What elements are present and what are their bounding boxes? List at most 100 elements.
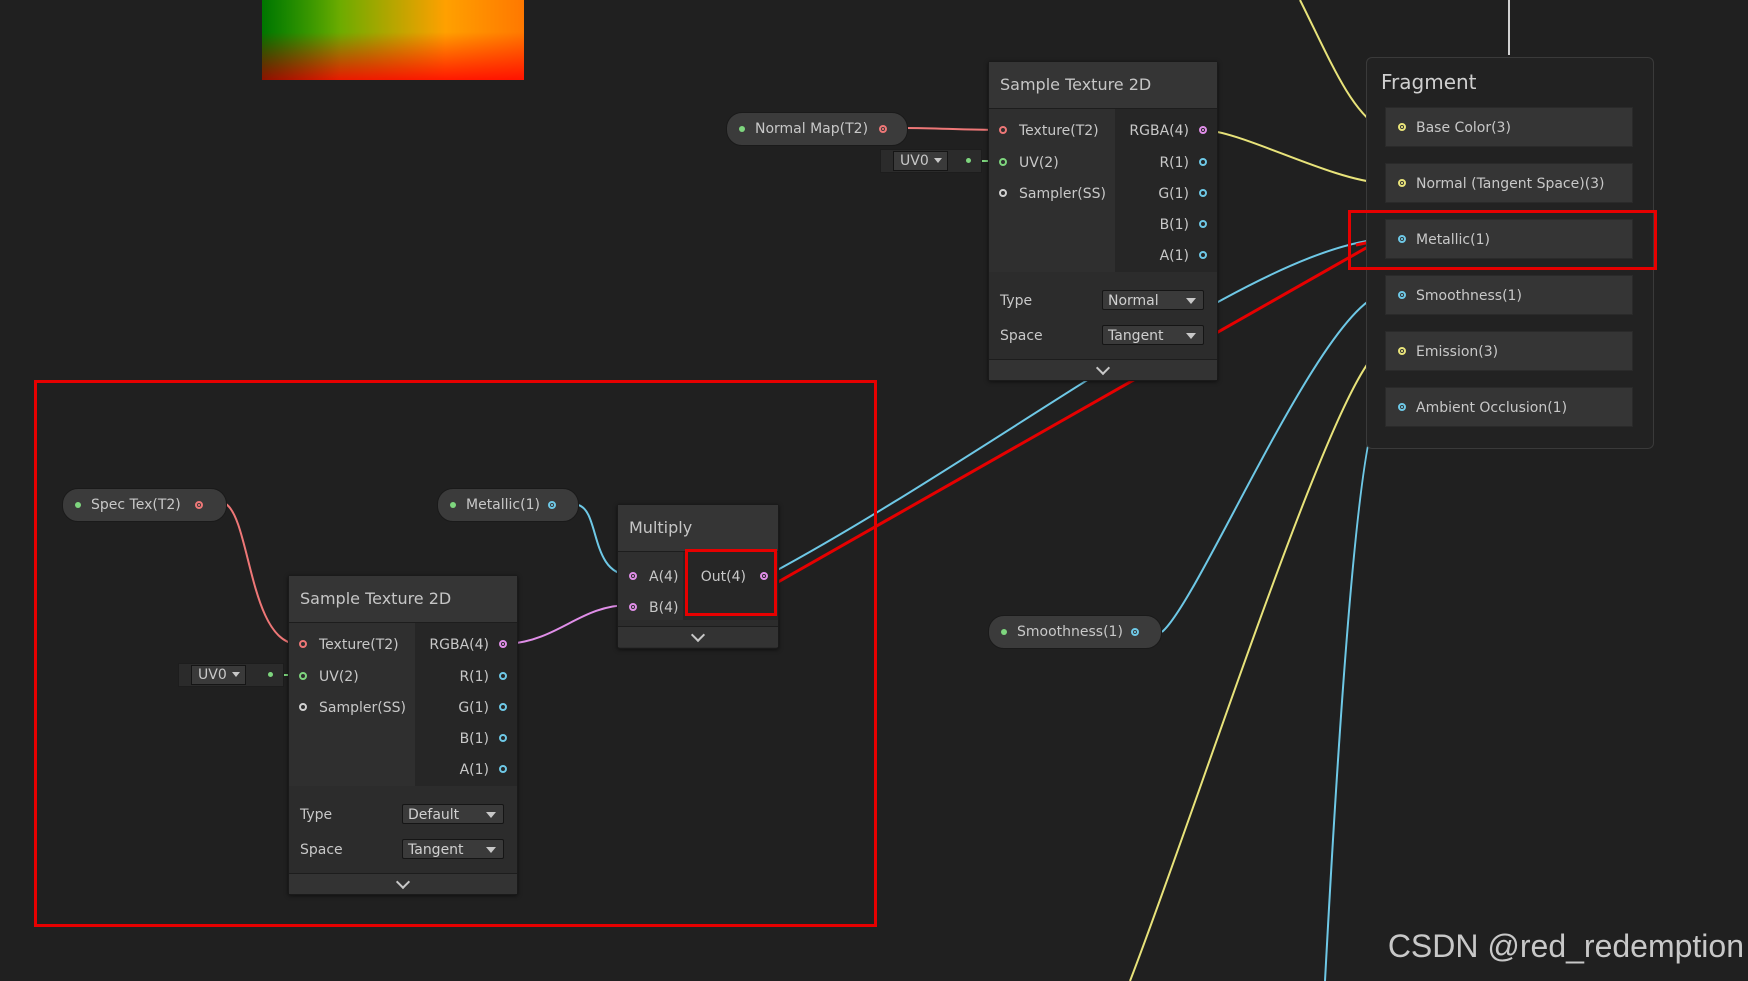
node-title: Sample Texture 2D: [989, 62, 1217, 109]
space-dropdown[interactable]: Tangent: [402, 839, 504, 859]
type-label: Type: [300, 807, 333, 823]
spec-tex-property[interactable]: Spec Tex(T2): [62, 488, 227, 522]
vector3-port-icon[interactable]: [1398, 123, 1406, 131]
uv-dropdown[interactable]: UV0: [191, 665, 246, 685]
block-ambient-occlusion[interactable]: Ambient Occlusion(1): [1385, 387, 1633, 427]
texture-input-port[interactable]: [299, 640, 307, 648]
input-sampler-label: Sampler(SS): [319, 700, 406, 716]
node-collapse-footer[interactable]: [618, 626, 778, 647]
node-title: Multiply: [618, 505, 778, 552]
output-b-label: B(1): [459, 731, 489, 747]
a-input-port[interactable]: [629, 572, 637, 580]
input-texture-label: Texture(T2): [319, 637, 399, 653]
dropdown-arrow-icon: [486, 812, 496, 818]
output-b-label: B(1): [1159, 217, 1189, 233]
rgba-output-port[interactable]: [1199, 126, 1207, 134]
texture-port-icon[interactable]: [879, 125, 887, 133]
smoothness-property[interactable]: Smoothness(1): [988, 615, 1162, 649]
vector3-port-icon[interactable]: [1398, 347, 1406, 355]
wire-spec-tex: [225, 503, 297, 645]
color-preview-gradient: [262, 0, 524, 80]
block-smoothness[interactable]: Smoothness(1): [1385, 275, 1633, 315]
g-output-port[interactable]: [1199, 189, 1207, 197]
output-g-label: G(1): [458, 700, 489, 716]
type-label: Type: [1000, 293, 1033, 309]
input-b-label: B(4): [649, 600, 679, 616]
input-uv-label: UV(2): [319, 669, 359, 685]
vector3-port-icon[interactable]: [1398, 179, 1406, 187]
node-collapse-footer[interactable]: [989, 359, 1217, 380]
input-texture-label: Texture(T2): [1019, 123, 1099, 139]
vector1-port-icon[interactable]: [1131, 628, 1139, 636]
property-dot-icon: [739, 126, 745, 132]
node-title: Sample Texture 2D: [289, 576, 517, 623]
output-a-label: A(1): [1159, 248, 1189, 264]
type-dropdown[interactable]: Normal: [1102, 290, 1204, 310]
space-label: Space: [300, 842, 343, 858]
chevron-down-icon: [395, 874, 411, 890]
vector1-port-icon[interactable]: [1398, 291, 1406, 299]
fragment-title: Fragment: [1381, 70, 1477, 94]
out-output-port[interactable]: [760, 572, 768, 580]
input-a-label: A(4): [649, 569, 679, 585]
uv-selector-top[interactable]: UV0: [880, 149, 982, 173]
block-metallic[interactable]: Metallic(1): [1385, 219, 1633, 259]
texture-port-icon[interactable]: [195, 501, 203, 509]
output-r-label: R(1): [1159, 155, 1189, 171]
uv-input-port[interactable]: [299, 672, 307, 680]
output-g-label: G(1): [1158, 186, 1189, 202]
node-collapse-footer[interactable]: [289, 873, 517, 894]
sampler-input-port[interactable]: [299, 703, 307, 711]
type-dropdown[interactable]: Default: [402, 804, 504, 824]
vector1-port-icon[interactable]: [548, 501, 556, 509]
uv-dot-icon: [966, 158, 971, 163]
dropdown-arrow-icon: [1186, 333, 1196, 339]
b-output-port[interactable]: [499, 734, 507, 742]
type-value: Default: [408, 807, 460, 823]
sampler-input-port[interactable]: [999, 189, 1007, 197]
b-input-port[interactable]: [629, 603, 637, 611]
block-base-color[interactable]: Base Color(3): [1385, 107, 1633, 147]
input-sampler-label: Sampler(SS): [1019, 186, 1106, 202]
r-output-port[interactable]: [1199, 158, 1207, 166]
normal-map-property[interactable]: Normal Map(T2): [726, 112, 908, 146]
a-output-port[interactable]: [499, 765, 507, 773]
property-dot-icon: [75, 502, 81, 508]
block-emission[interactable]: Emission(3): [1385, 331, 1633, 371]
input-uv-label: UV(2): [1019, 155, 1059, 171]
wire-rgba-multiply: [507, 604, 631, 645]
a-output-port[interactable]: [1199, 251, 1207, 259]
output-out-label: Out(4): [700, 569, 746, 585]
uv-input-port[interactable]: [999, 158, 1007, 166]
metallic-property[interactable]: Metallic(1): [437, 488, 579, 522]
texture-input-port[interactable]: [999, 126, 1007, 134]
sample-texture-2d-node-bottom[interactable]: Sample Texture 2D Texture(T2) UV(2) Samp…: [288, 575, 518, 895]
r-output-port[interactable]: [499, 672, 507, 680]
g-output-port[interactable]: [499, 703, 507, 711]
b-output-port[interactable]: [1199, 220, 1207, 228]
property-dot-icon: [1001, 629, 1007, 635]
dropdown-arrow-icon: [486, 847, 496, 853]
space-value: Tangent: [1108, 328, 1164, 344]
rgba-output-port[interactable]: [499, 640, 507, 648]
vector1-port-icon[interactable]: [1398, 403, 1406, 411]
property-dot-icon: [450, 502, 456, 508]
fragment-context[interactable]: Fragment Base Color(3) Normal (Tangent S…: [1366, 57, 1654, 449]
dropdown-arrow-icon: [1186, 298, 1196, 304]
space-label: Space: [1000, 328, 1043, 344]
sample-texture-2d-node-top[interactable]: Sample Texture 2D Texture(T2) UV(2) Samp…: [988, 61, 1218, 381]
vector1-port-icon[interactable]: [1398, 235, 1406, 243]
uv-selector-bottom[interactable]: UV0: [178, 663, 284, 687]
uv-dropdown[interactable]: UV0: [893, 151, 948, 171]
output-r-label: R(1): [459, 669, 489, 685]
watermark: CSDN @red_redemption: [1387, 928, 1744, 964]
output-rgba-label: RGBA(4): [429, 637, 489, 653]
block-normal[interactable]: Normal (Tangent Space)(3): [1385, 163, 1633, 203]
output-a-label: A(1): [459, 762, 489, 778]
type-value: Normal: [1108, 293, 1159, 309]
wire-normal: [1201, 129, 1383, 184]
space-dropdown[interactable]: Tangent: [1102, 325, 1204, 345]
output-rgba-label: RGBA(4): [1129, 123, 1189, 139]
multiply-node[interactable]: Multiply A(4) B(4) Out(4): [617, 504, 779, 649]
space-value: Tangent: [408, 842, 464, 858]
